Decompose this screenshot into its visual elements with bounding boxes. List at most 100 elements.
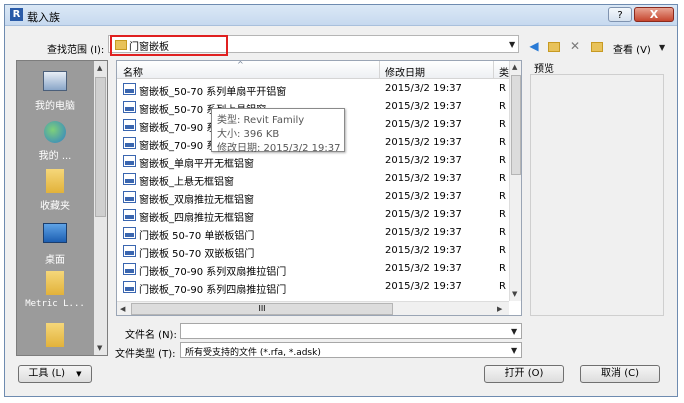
dropdown-arrow-icon[interactable]: ▼ bbox=[511, 346, 517, 355]
file-date: 2015/3/2 19:37 bbox=[385, 281, 462, 292]
place-label: 桌面 bbox=[45, 255, 65, 266]
place-folder[interactable] bbox=[17, 323, 93, 347]
rfa-file-icon bbox=[123, 227, 136, 239]
file-name: 窗嵌板_四扇推拉无框铝窗 bbox=[139, 213, 254, 224]
preview-pane: 预览 bbox=[530, 60, 664, 316]
place-label: 收藏夹 bbox=[40, 201, 70, 212]
help-button[interactable]: ? bbox=[608, 7, 632, 22]
list-horizontal-scrollbar[interactable]: ◀ III ▶ bbox=[117, 301, 509, 315]
tools-button[interactable]: 工具 (L) ▼ bbox=[18, 365, 92, 383]
file-type: R bbox=[499, 245, 506, 256]
file-row[interactable]: 门嵌板 50-70 双嵌板铝门 2015/3/2 19:37 R bbox=[117, 242, 509, 260]
places-scrollbar[interactable]: ▲ ▼ bbox=[94, 61, 107, 355]
back-arrow-icon[interactable]: ◀ bbox=[527, 40, 541, 53]
file-date: 2015/3/2 19:37 bbox=[385, 245, 462, 256]
file-name: 门嵌板 50-70 单嵌板铝门 bbox=[139, 231, 255, 242]
file-name: 窗嵌板_50-70 系列单扇平开铝窗 bbox=[139, 87, 287, 98]
place-desktop[interactable]: 桌面 bbox=[17, 223, 93, 266]
new-folder-icon[interactable] bbox=[590, 40, 604, 53]
folder-icon bbox=[46, 271, 64, 295]
file-row[interactable]: 门嵌板_70-90 系列双扇推拉铝门 2015/3/2 19:37 R bbox=[117, 260, 509, 278]
file-date: 2015/3/2 19:37 bbox=[385, 83, 462, 94]
filetype-select[interactable]: 所有受支持的文件 (*.rfa, *.adsk) ▼ bbox=[180, 342, 522, 358]
filename-label: 文件名 (N): bbox=[125, 330, 177, 341]
place-label: 我的电脑 bbox=[35, 101, 75, 112]
folder-icon bbox=[46, 323, 64, 347]
cancel-button[interactable]: 取消 (C) bbox=[580, 365, 660, 383]
up-folder-icon[interactable] bbox=[547, 40, 561, 53]
tooltip-modified: 修改日期: 2015/3/2 19:37 bbox=[217, 143, 341, 154]
dropdown-arrow-icon[interactable]: ▼ bbox=[509, 40, 515, 49]
file-type: R bbox=[499, 137, 506, 148]
place-favorites[interactable]: 收藏夹 bbox=[17, 169, 93, 212]
rfa-file-icon bbox=[123, 137, 136, 149]
desktop-icon bbox=[43, 223, 67, 243]
file-date: 2015/3/2 19:37 bbox=[385, 137, 462, 148]
place-my-computer[interactable]: 我的电脑 bbox=[17, 71, 93, 112]
open-button[interactable]: 打开 (O) bbox=[484, 365, 564, 383]
file-type: R bbox=[499, 173, 506, 184]
close-button[interactable]: X bbox=[634, 7, 674, 22]
rfa-file-icon bbox=[123, 173, 136, 185]
list-vertical-scrollbar[interactable]: ▲ ▼ bbox=[509, 61, 521, 301]
file-row[interactable]: 窗嵌板_单扇平开无框铝窗 2015/3/2 19:37 R bbox=[117, 152, 509, 170]
dropdown-arrow-icon[interactable]: ▼ bbox=[511, 327, 517, 336]
file-row[interactable]: 窗嵌板_四扇推拉无框铝窗 2015/3/2 19:37 R bbox=[117, 206, 509, 224]
view-dropdown-icon[interactable]: ▼ bbox=[659, 43, 665, 52]
file-row[interactable]: 窗嵌板_上悬无框铝窗 2015/3/2 19:37 R bbox=[117, 170, 509, 188]
file-date: 2015/3/2 19:37 bbox=[385, 209, 462, 220]
file-type: R bbox=[499, 191, 506, 202]
file-type: R bbox=[499, 227, 506, 238]
file-row[interactable]: 窗嵌板_双扇推拉无框铝窗 2015/3/2 19:37 R bbox=[117, 188, 509, 206]
scroll-down-icon[interactable]: ▼ bbox=[97, 344, 102, 352]
file-type: R bbox=[499, 263, 506, 274]
scroll-up-icon[interactable]: ▲ bbox=[97, 64, 102, 72]
place-label: 我的 ... bbox=[38, 151, 72, 162]
scrollbar-thumb[interactable] bbox=[95, 77, 106, 217]
scroll-left-icon[interactable]: ◀ bbox=[120, 305, 125, 313]
dialog-title: 载入族 bbox=[27, 11, 60, 24]
column-type[interactable]: 类 bbox=[499, 64, 509, 79]
file-row[interactable]: 门嵌板_70-90 系列四扇推拉铝门 2015/3/2 19:37 R bbox=[117, 278, 509, 296]
file-date: 2015/3/2 19:37 bbox=[385, 101, 462, 112]
place-network[interactable]: 我的 ... bbox=[17, 121, 93, 162]
file-row[interactable]: 门嵌板 50-70 单嵌板铝门 2015/3/2 19:37 R bbox=[117, 224, 509, 242]
filetype-value: 所有受支持的文件 (*.rfa, *.adsk) bbox=[185, 348, 321, 358]
place-metric-library[interactable]: Metric L... bbox=[17, 271, 93, 309]
file-date: 2015/3/2 19:37 bbox=[385, 191, 462, 202]
scroll-up-icon[interactable]: ▲ bbox=[512, 63, 517, 71]
column-date[interactable]: 修改日期 bbox=[385, 64, 425, 79]
file-type: R bbox=[499, 101, 506, 112]
globe-icon bbox=[44, 121, 66, 143]
revit-app-icon: R bbox=[10, 8, 23, 21]
preview-box bbox=[530, 74, 664, 316]
rfa-file-icon bbox=[123, 155, 136, 167]
file-date: 2015/3/2 19:37 bbox=[385, 155, 462, 166]
view-menu[interactable]: 查看 (V) bbox=[613, 41, 651, 56]
filename-input[interactable]: ▼ bbox=[180, 323, 522, 339]
scroll-down-icon[interactable]: ▼ bbox=[512, 290, 517, 298]
rfa-file-icon bbox=[123, 263, 136, 275]
places-bar: 我的电脑 我的 ... 收藏夹 桌面 Metric L... ▲ ▼ bbox=[16, 60, 108, 356]
file-date: 2015/3/2 19:37 bbox=[385, 263, 462, 274]
rfa-file-icon bbox=[123, 209, 136, 221]
tools-label: 工具 (L) bbox=[28, 368, 65, 379]
tooltip-size: 大小: 396 KB bbox=[217, 129, 280, 140]
rfa-file-icon bbox=[123, 191, 136, 203]
file-type: R bbox=[499, 209, 506, 220]
scrollbar-thumb[interactable]: III bbox=[131, 303, 393, 315]
column-name[interactable]: 名称 bbox=[123, 64, 143, 79]
file-type: R bbox=[499, 155, 506, 166]
favorites-folder-icon bbox=[46, 169, 64, 193]
chevron-down-icon: ▼ bbox=[76, 370, 82, 378]
rfa-file-icon bbox=[123, 281, 136, 293]
scroll-right-icon[interactable]: ▶ bbox=[497, 305, 502, 313]
computer-icon bbox=[43, 71, 67, 91]
file-row[interactable]: 窗嵌板_50-70 系列单扇平开铝窗 2015/3/2 19:37 R bbox=[117, 80, 509, 98]
file-list: 名称 ^ 修改日期 类 窗嵌板_50-70 系列单扇平开铝窗 2015/3/2 1… bbox=[116, 60, 522, 316]
file-name: 门嵌板_70-90 系列四扇推拉铝门 bbox=[139, 285, 287, 296]
scrollbar-thumb[interactable] bbox=[511, 75, 521, 175]
filetype-label: 文件类型 (T): bbox=[115, 349, 176, 360]
file-name: 窗嵌板_上悬无框铝窗 bbox=[139, 177, 234, 188]
delete-icon[interactable]: ✕ bbox=[568, 40, 582, 53]
